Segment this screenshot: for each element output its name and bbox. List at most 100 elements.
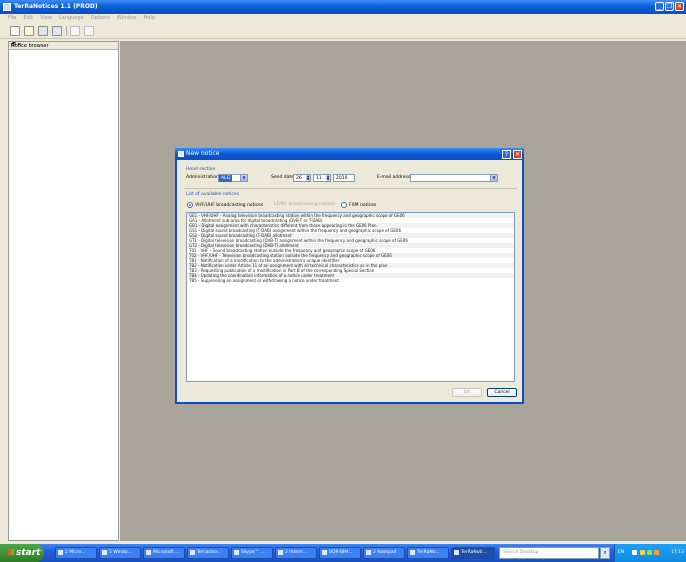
- taskbar-item-label: 2 Intern...: [285, 550, 307, 555]
- list-item[interactable]: TB5 - Suppressing an assignment or withd…: [187, 278, 514, 283]
- available-notices-label: List of available notices: [186, 192, 240, 197]
- app-titlebar: TerRaNotices 1.1 (PROD) _ ❐ ✕: [0, 0, 686, 14]
- tray-security-icon[interactable]: [640, 550, 645, 555]
- radio-vhf-uhf-label: VHF/UHF broadcasting notices: [195, 202, 264, 208]
- spinner-icon[interactable]: ▲ ▼: [306, 175, 310, 181]
- send-date-day[interactable]: 26 ▲ ▼: [293, 174, 311, 182]
- app-title: TerRaNotices 1.1 (PROD): [14, 3, 98, 10]
- email-label: E-mail address: [377, 175, 411, 180]
- submit-icon[interactable]: [84, 26, 94, 36]
- panel-controls-icon[interactable]: 🗗 ✕: [11, 42, 116, 50]
- app-icon: [3, 3, 11, 11]
- send-date-label: Send date: [271, 175, 294, 180]
- start-button[interactable]: start: [0, 544, 44, 562]
- restore-button[interactable]: ❐: [665, 2, 674, 11]
- dialog-close-button[interactable]: ✕: [513, 150, 522, 159]
- administration-value: ALG: [219, 175, 233, 182]
- radio-unselected-icon[interactable]: [341, 202, 347, 208]
- taskbar-item[interactable]: TerRaNo...: [407, 547, 449, 559]
- browser-icon: [278, 550, 283, 555]
- radio-fxm[interactable]: FXM notices: [341, 202, 376, 208]
- close-window-button[interactable]: ✕: [675, 2, 684, 11]
- taskbar-item-label: TerRaNo...: [417, 550, 440, 555]
- send-date-month-value: 11: [316, 176, 322, 181]
- dialog-titlebar: New notice ? ✕: [175, 148, 524, 160]
- open-notice-icon[interactable]: [24, 26, 34, 36]
- chevron-down-icon[interactable]: ▼: [240, 175, 247, 181]
- menu-help[interactable]: Help: [144, 14, 155, 23]
- language-indicator[interactable]: EN: [618, 550, 624, 555]
- toolbar-separator: [66, 26, 67, 36]
- start-label: start: [16, 548, 41, 558]
- taskbar-item-label: 2 Notepad: [373, 550, 397, 555]
- dialog-title: New notice: [186, 150, 220, 157]
- menu-options[interactable]: Options: [91, 14, 110, 23]
- notice-browser-panel: Notice browser 🗗 ✕: [8, 41, 119, 541]
- terranotices-icon: [454, 550, 459, 555]
- radio-fxm-label: FXM notices: [349, 202, 377, 208]
- taskbar-item[interactable]: Terrastea...: [187, 547, 229, 559]
- cancel-button[interactable]: Cancel: [487, 388, 517, 397]
- radio-vhf-uhf[interactable]: VHF/UHF broadcasting notices: [187, 202, 263, 208]
- menu-view[interactable]: View: [40, 14, 52, 23]
- taskbar-item[interactable]: Microsoft ...: [143, 547, 185, 559]
- search-icon[interactable]: ⌕: [600, 547, 610, 559]
- taskbar: start 2 Micro... 5 Windo... Microsoft ..…: [0, 544, 686, 562]
- menu-language[interactable]: Language: [59, 14, 84, 23]
- taskbar-item[interactable]: 2 Micro...: [55, 547, 97, 559]
- taskbar-item[interactable]: BOR-BIM...: [319, 547, 361, 559]
- chevron-down-icon[interactable]: ▼: [490, 175, 497, 181]
- app-icon: [190, 550, 195, 555]
- validate-icon[interactable]: [70, 26, 80, 36]
- skype-icon: [234, 550, 239, 555]
- taskbar-item-label: 2 Micro...: [65, 550, 86, 555]
- menu-edit[interactable]: Edit: [23, 14, 33, 23]
- administration-label: Administration: [186, 175, 219, 180]
- email-select[interactable]: ▼: [410, 174, 498, 182]
- send-date-year-value: 2010: [336, 176, 348, 181]
- administration-select[interactable]: ALG ▼: [218, 174, 248, 182]
- divider: [184, 188, 517, 189]
- taskbar-item-label: Skype™ ...: [241, 550, 265, 555]
- desktop-search-input[interactable]: Search Desktop: [499, 547, 599, 559]
- tray-update-icon[interactable]: [647, 550, 652, 555]
- radio-selected-icon[interactable]: [187, 202, 193, 208]
- menubar: File Edit View Language Options Window H…: [0, 14, 686, 23]
- taskbar-item-active[interactable]: TerRaNoti...: [451, 547, 495, 559]
- notepad-icon: [366, 550, 371, 555]
- notice-type-list[interactable]: GE1 - VHF/UHF - Analog television broadc…: [186, 212, 515, 382]
- taskbar-item[interactable]: Skype™ ...: [231, 547, 273, 559]
- menu-file[interactable]: File: [8, 14, 16, 23]
- taskbar-item-label: 5 Windo...: [109, 550, 132, 555]
- app-icon: [322, 550, 327, 555]
- new-notice-icon[interactable]: [10, 26, 20, 36]
- clock: 17:13: [671, 550, 684, 555]
- windows-logo-icon: [8, 549, 14, 555]
- window-controls: _ ❐ ✕: [655, 2, 684, 11]
- send-date-month[interactable]: 11 ▲ ▼: [313, 174, 331, 182]
- terranotices-icon: [410, 550, 415, 555]
- dialog-icon: [178, 151, 184, 157]
- minimize-button[interactable]: _: [655, 2, 664, 11]
- toolbar: [0, 23, 686, 39]
- taskbar-item-label: Terrastea...: [197, 550, 223, 555]
- system-tray: EN 17:13: [614, 544, 686, 562]
- save-icon[interactable]: [38, 26, 48, 36]
- new-notice-dialog: New notice ? ✕ Head section Administrati…: [175, 148, 524, 404]
- tray-volume-icon[interactable]: [654, 550, 659, 555]
- help-button[interactable]: ?: [502, 150, 511, 159]
- spinner-icon[interactable]: ▲ ▼: [326, 175, 330, 181]
- tray-network-icon[interactable]: [632, 550, 637, 555]
- taskbar-item[interactable]: 2 Notepad: [363, 547, 405, 559]
- taskbar-item[interactable]: 2 Intern...: [275, 547, 317, 559]
- notice-browser-header: Notice browser 🗗 ✕: [9, 42, 118, 50]
- taskbar-item-label: Microsoft ...: [153, 550, 180, 555]
- menu-window[interactable]: Window: [117, 14, 137, 23]
- radio-lf-mf: LF/MF broadcasting notices: [274, 202, 335, 207]
- send-date-year[interactable]: 2010: [333, 174, 355, 182]
- head-section-label: Head section: [186, 167, 216, 172]
- radio-lf-mf-label: LF/MF broadcasting notices: [274, 202, 336, 207]
- taskbar-item[interactable]: 5 Windo...: [99, 547, 141, 559]
- ok-button[interactable]: OK: [452, 388, 482, 397]
- save-all-icon[interactable]: [52, 26, 62, 36]
